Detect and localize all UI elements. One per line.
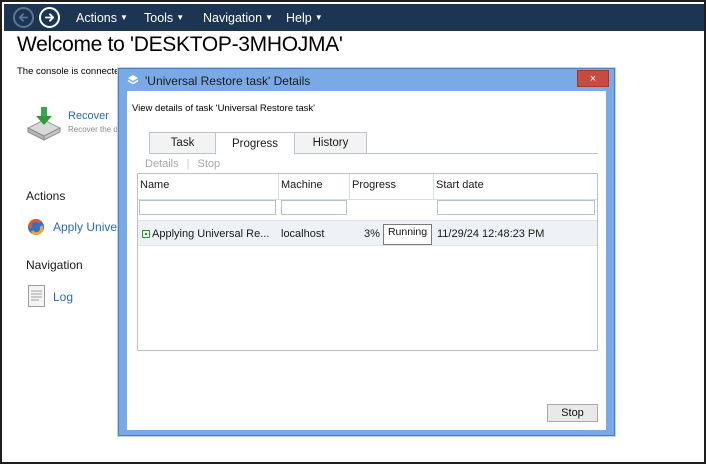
menu-bar: Actions ▼ Tools ▼ Navigation ▼ Help ▼ bbox=[4, 4, 704, 31]
column-header-machine[interactable]: Machine bbox=[281, 179, 323, 191]
menu-tools-label: Tools bbox=[144, 10, 174, 25]
column-header-progress[interactable]: Progress bbox=[352, 179, 396, 191]
apply-universal-restore-icon[interactable] bbox=[27, 218, 45, 236]
menu-actions-label: Actions bbox=[76, 10, 117, 25]
close-icon: × bbox=[589, 72, 597, 85]
row-progress: 3% bbox=[364, 228, 380, 240]
column-header-name[interactable]: Name bbox=[140, 179, 169, 191]
menu-navigation-label: Navigation bbox=[203, 10, 263, 25]
tab-task[interactable]: Task bbox=[149, 132, 216, 154]
row-machine: localhost bbox=[281, 228, 325, 240]
row-status: Running bbox=[383, 224, 432, 245]
forward-arrow-icon bbox=[44, 13, 55, 22]
details-button[interactable]: Details bbox=[145, 158, 179, 170]
table-row[interactable]: Applying Universal Re... localhost 3% Ru… bbox=[138, 220, 597, 246]
back-arrow-icon bbox=[18, 13, 29, 22]
status-running-icon bbox=[142, 230, 150, 238]
task-details-dialog: 'Universal Restore task' Details × View … bbox=[118, 68, 615, 436]
row-start-date: 11/29/24 12:48:23 PM bbox=[437, 228, 545, 240]
dialog-titlebar[interactable]: 'Universal Restore task' Details × bbox=[119, 69, 614, 91]
menu-help[interactable]: Help ▼ bbox=[286, 4, 323, 31]
stop-button[interactable]: Stop bbox=[547, 404, 598, 422]
actions-heading: Actions bbox=[26, 189, 66, 203]
dialog-body: View details of task 'Universal Restore … bbox=[127, 91, 606, 430]
recover-link[interactable]: Recover bbox=[68, 110, 109, 122]
dialog-title: 'Universal Restore task' Details bbox=[145, 74, 311, 88]
back-button[interactable] bbox=[13, 7, 34, 28]
toolbar-stop-button[interactable]: Stop bbox=[197, 158, 220, 170]
log-icon[interactable] bbox=[28, 285, 45, 307]
tab-task-label: Task bbox=[170, 137, 195, 149]
filter-start-date-input[interactable] bbox=[437, 200, 595, 215]
progress-grid: Name Machine Progress Start date Applyin… bbox=[137, 173, 598, 351]
chevron-down-icon: ▼ bbox=[176, 13, 185, 22]
row-name: Applying Universal Re... bbox=[152, 228, 270, 240]
page-title: Welcome to 'DESKTOP-3MHOJMA' bbox=[17, 33, 343, 56]
chevron-down-icon: ▼ bbox=[314, 13, 323, 22]
chevron-down-icon: ▼ bbox=[120, 13, 128, 22]
log-link[interactable]: Log bbox=[53, 290, 73, 304]
column-header-start-date[interactable]: Start date bbox=[436, 179, 484, 191]
column-separator bbox=[349, 174, 350, 199]
stop-button-label: Stop bbox=[561, 407, 584, 419]
tab-progress-label: Progress bbox=[231, 137, 279, 150]
menu-help-label: Help bbox=[286, 10, 312, 25]
menu-actions[interactable]: Actions ▼ bbox=[76, 4, 128, 31]
navigation-heading: Navigation bbox=[26, 258, 83, 272]
console-window: Actions ▼ Tools ▼ Navigation ▼ Help ▼ Welcom… bbox=[0, 0, 706, 464]
dialog-title-icon bbox=[127, 75, 139, 85]
dialog-heading: View details of task 'Universal Restore … bbox=[132, 103, 315, 114]
tab-history-label: History bbox=[312, 137, 349, 149]
filter-machine-input[interactable] bbox=[281, 200, 347, 215]
recover-icon[interactable] bbox=[26, 106, 62, 142]
column-separator bbox=[278, 174, 279, 199]
forward-button[interactable] bbox=[39, 7, 60, 28]
menu-navigation[interactable]: Navigation ▼ bbox=[203, 4, 273, 31]
filter-name-input[interactable] bbox=[139, 200, 276, 215]
tab-history[interactable]: History bbox=[294, 132, 367, 154]
column-separator bbox=[433, 174, 434, 199]
chevron-down-icon: ▼ bbox=[265, 13, 273, 22]
task-toolbar: Details | Stop bbox=[145, 158, 220, 170]
menu-tools[interactable]: Tools ▼ bbox=[144, 4, 184, 31]
tab-progress[interactable]: Progress bbox=[215, 132, 295, 155]
close-button[interactable]: × bbox=[577, 70, 609, 87]
toolbar-separator: | bbox=[186, 158, 190, 170]
